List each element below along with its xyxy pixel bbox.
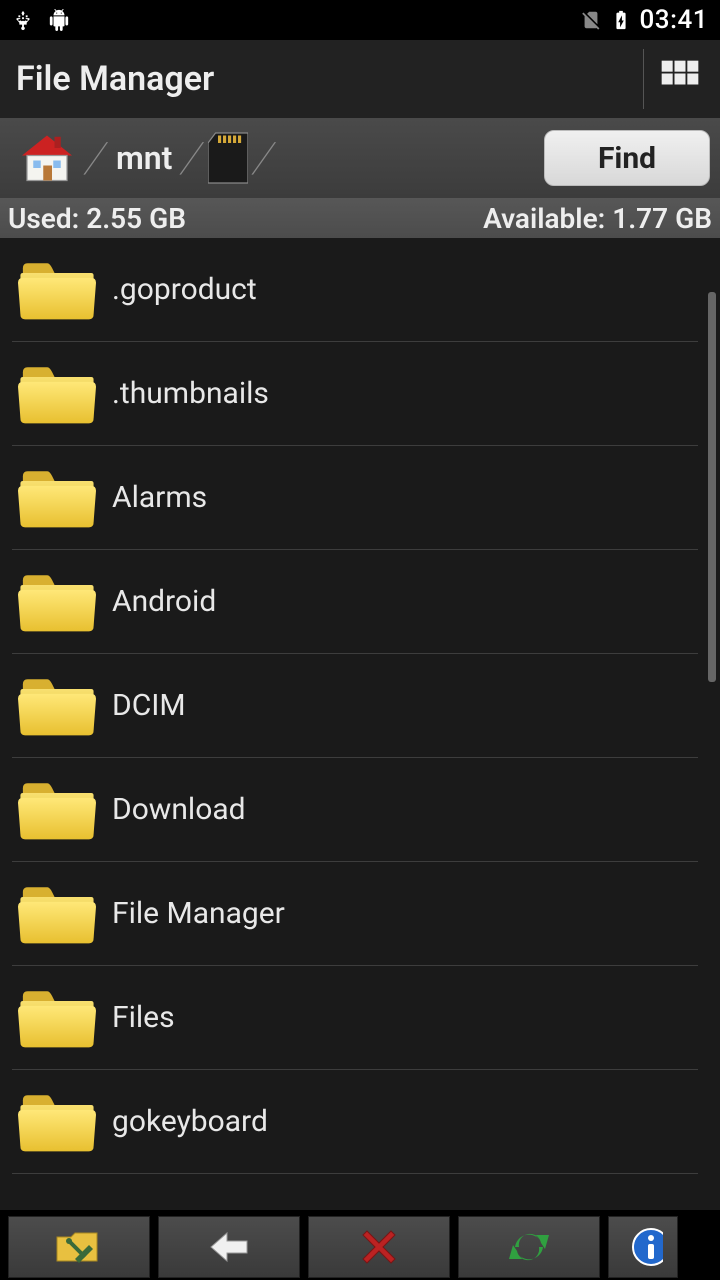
file-name: Download xyxy=(112,792,246,827)
refresh-button[interactable] xyxy=(458,1216,600,1278)
folder-icon xyxy=(18,466,96,530)
storage-info: Used: 2.55 GB Available: 1.77 GB xyxy=(0,198,720,238)
app-title: File Manager xyxy=(16,59,214,99)
folder-icon xyxy=(18,570,96,634)
file-item[interactable]: Download xyxy=(12,758,698,862)
folder-tools-icon xyxy=(55,1227,103,1267)
grid-view-button[interactable] xyxy=(650,49,710,109)
scrollbar[interactable] xyxy=(708,292,716,682)
home-button[interactable] xyxy=(12,130,82,186)
path-separator: / xyxy=(246,134,282,183)
folder-icon xyxy=(18,466,96,530)
file-name: Alarms xyxy=(112,480,207,515)
file-item[interactable]: DCIM xyxy=(12,654,698,758)
grid-icon xyxy=(658,57,702,101)
file-item[interactable]: .goproduct xyxy=(12,238,698,342)
file-item[interactable]: Android xyxy=(12,550,698,654)
folder-icon xyxy=(18,986,96,1050)
folder-icon xyxy=(18,258,96,322)
folder-icon xyxy=(18,674,96,738)
sdcard-path-button[interactable] xyxy=(206,130,250,186)
file-item[interactable]: .thumbnails xyxy=(12,342,698,446)
x-icon xyxy=(355,1227,403,1267)
refresh-icon xyxy=(505,1227,553,1267)
file-item[interactable]: Files xyxy=(12,966,698,1070)
no-sim-icon xyxy=(580,9,602,31)
path-segment-mnt[interactable]: mnt xyxy=(110,139,178,177)
app-bar: File Manager xyxy=(0,40,720,118)
file-item[interactable]: Alarms xyxy=(12,446,698,550)
folder-icon xyxy=(18,1090,96,1154)
breadcrumb: / mnt / / Find xyxy=(0,118,720,198)
home-icon xyxy=(17,133,77,183)
folder-icon xyxy=(18,1090,96,1154)
folder-icon xyxy=(18,362,96,426)
folder-icon xyxy=(18,674,96,738)
file-name: .goproduct xyxy=(112,272,257,307)
storage-available: Available: 1.77 GB xyxy=(483,202,712,235)
folder-icon xyxy=(18,778,96,842)
folder-icon xyxy=(18,570,96,634)
folder-icon xyxy=(18,258,96,322)
tools-button[interactable] xyxy=(8,1216,150,1278)
path-separator: / xyxy=(78,134,114,183)
back-button[interactable] xyxy=(158,1216,300,1278)
status-bar: 03:41 xyxy=(0,0,720,40)
folder-icon xyxy=(18,882,96,946)
divider xyxy=(643,49,644,109)
info-button[interactable] xyxy=(608,1216,678,1278)
arrow-left-icon xyxy=(205,1227,253,1267)
file-name: File Manager xyxy=(112,896,285,931)
file-name: Android xyxy=(112,584,216,619)
folder-icon xyxy=(18,882,96,946)
file-name: gokeyboard xyxy=(112,1104,268,1139)
battery-charging-icon xyxy=(610,9,632,31)
bottom-toolbar xyxy=(0,1210,720,1280)
file-name: Files xyxy=(112,1000,175,1035)
folder-icon xyxy=(18,778,96,842)
info-icon xyxy=(623,1227,663,1267)
file-item[interactable]: File Manager xyxy=(12,862,698,966)
file-item[interactable]: gokeyboard xyxy=(12,1070,698,1174)
find-button[interactable]: Find xyxy=(544,130,710,186)
clock: 03:41 xyxy=(640,5,708,35)
sdcard-icon xyxy=(208,132,248,184)
file-name: .thumbnails xyxy=(112,376,269,411)
path-separator: / xyxy=(174,134,210,183)
file-name: DCIM xyxy=(112,688,186,723)
file-list[interactable]: .goproduct .thumbnails Alarms Android DC… xyxy=(0,238,720,1210)
folder-icon xyxy=(18,362,96,426)
android-debug-icon xyxy=(48,9,70,31)
folder-icon xyxy=(18,986,96,1050)
usb-icon xyxy=(12,9,34,31)
delete-button[interactable] xyxy=(308,1216,450,1278)
storage-used: Used: 2.55 GB xyxy=(8,202,186,235)
